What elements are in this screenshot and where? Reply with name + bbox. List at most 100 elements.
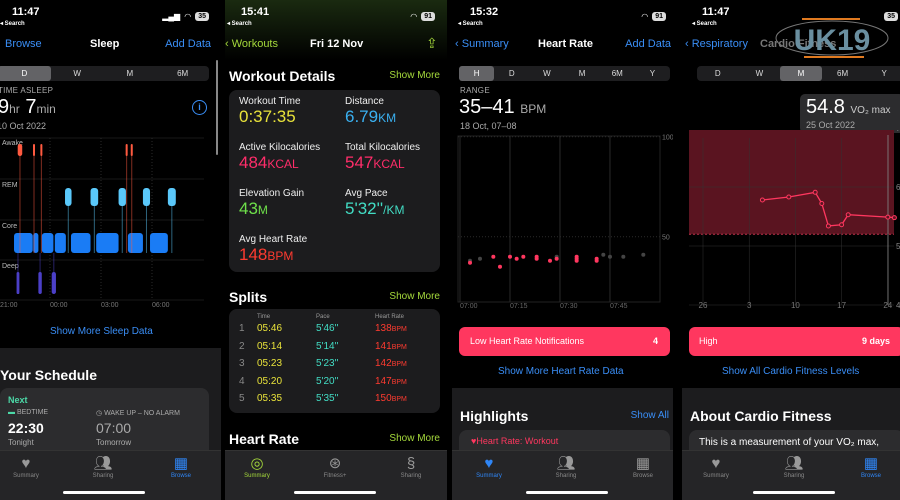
show-more-heart-rate-data-link[interactable]: Show More Heart Rate Data — [498, 366, 624, 377]
segment-w[interactable]: W — [739, 66, 781, 81]
fitness-plus-icon: ⊛ — [328, 455, 342, 472]
signal-icon: ▂▄▆ — [162, 12, 181, 21]
tab-summary[interactable]: ♥ Summary — [686, 455, 746, 479]
value: 6.79 — [345, 107, 379, 126]
segment-d[interactable]: D — [0, 66, 51, 81]
segment-m[interactable]: M — [104, 66, 157, 81]
value: 5'32'' — [345, 199, 384, 218]
back-to-search[interactable]: ◂ Search — [227, 20, 252, 27]
tab-summary[interactable]: ♥ Summary — [0, 455, 56, 479]
tab-fitness-plus[interactable]: ⊛ Fitness+ — [305, 455, 365, 479]
add-data-button[interactable]: Add Data — [625, 38, 671, 50]
split-heart-rate: 142BPM — [375, 358, 407, 369]
split-time: 05:23 — [257, 358, 283, 369]
back-button[interactable]: ‹ Workouts — [225, 38, 278, 50]
heart-rate-screen: 15:32 ◂ Search ◠ 91 ‹ Summary Heart Rate … — [452, 0, 673, 500]
heart-rate-point — [514, 256, 519, 261]
watermark-logo: UK19 — [775, 18, 889, 58]
tab-browse[interactable]: ▦ Browse — [151, 455, 211, 479]
back-button[interactable]: ‹ Respiratory — [685, 38, 748, 50]
low-heart-rate-notifications-row[interactable]: Low Heart Rate Notifications 4 — [459, 327, 670, 356]
back-button[interactable]: ‹ Summary — [455, 38, 509, 50]
schedule-card[interactable]: Next ▬ BEDTIME 22:30 Tonight ◷ WAKE UP –… — [0, 388, 209, 458]
vo2-point — [819, 201, 825, 207]
period-segmented-control[interactable]: D W M 6M — [0, 66, 209, 81]
tab-browse[interactable]: ▦ Browse — [613, 455, 673, 479]
metric-total-kilocalories: Total Kilocalories 547KCAL — [345, 142, 420, 173]
vo2-point — [891, 215, 897, 221]
tab-summary[interactable]: ♥ Summary — [459, 455, 519, 479]
chevron-left-icon: ‹ — [685, 38, 692, 50]
metric-active-kilocalories: Active Kilocalories 484KCAL — [239, 142, 320, 173]
segment-6m[interactable]: 6M — [156, 66, 209, 81]
vo2-date: 25 Oct 2022 — [806, 120, 856, 130]
segment-6m[interactable]: 6M — [600, 66, 635, 81]
metric-label: Elevation Gain — [239, 188, 305, 199]
tab-sharing[interactable]: 👥︎ Sharing — [73, 455, 133, 479]
tab-sharing[interactable]: 👥︎ Sharing — [764, 455, 824, 479]
bed-icon: ▬ — [8, 409, 17, 416]
heart-rate-point — [477, 256, 482, 261]
wifi-icon: ◠ — [641, 12, 649, 21]
heart-rate-show-more[interactable]: Show More — [389, 433, 440, 444]
value: 0:37:35 — [239, 107, 296, 126]
split-row: 2 05:14 5'14'' 141BPM — [229, 341, 440, 357]
sleep-segment-core — [54, 233, 66, 253]
segment-w[interactable]: W — [529, 66, 564, 81]
tab-sharing[interactable]: 👥︎ Sharing — [536, 455, 596, 479]
heart-rate-point — [534, 256, 539, 261]
show-all-link[interactable]: Show All — [631, 410, 669, 421]
stage-label-deep: Deep — [2, 263, 19, 270]
split-pace: 5'35'' — [316, 393, 339, 404]
metric-label: Avg Heart Rate — [239, 234, 308, 245]
x-tick-label: 07:30 — [560, 303, 578, 310]
segment-m[interactable]: M — [565, 66, 600, 81]
split-row: 5 05:35 5'35'' 150BPM — [229, 393, 440, 409]
period-segmented-control[interactable]: H D W M 6M Y — [459, 66, 670, 81]
share-icon[interactable]: ⇪ — [426, 35, 438, 52]
wake-day: Tomorrow — [96, 438, 132, 447]
tab-browse[interactable]: ▦ Browse — [841, 455, 900, 479]
value: 547 — [345, 153, 374, 172]
segment-w[interactable]: W — [51, 66, 104, 81]
show-more-sleep-data-link[interactable]: Show More Sleep Data — [50, 326, 153, 337]
segment-6m[interactable]: 6M — [822, 66, 864, 81]
add-data-button[interactable]: Add Data — [165, 38, 211, 50]
segment-h[interactable]: H — [459, 66, 495, 81]
segment-d[interactable]: D — [697, 66, 739, 81]
segment-d[interactable]: D — [494, 66, 529, 81]
x-tick-label: 03:00 — [101, 302, 119, 309]
details-show-more[interactable]: Show More — [389, 70, 440, 81]
tab-sharing[interactable]: § Sharing — [381, 455, 441, 479]
people-icon: 👥︎ — [784, 455, 804, 472]
sleep-segment-core — [150, 233, 168, 253]
sleep-segment-awake — [33, 144, 35, 156]
metric-workout-time: Workout Time 0:37:35 — [239, 96, 301, 127]
high-level-row[interactable]: High 9 days — [689, 327, 900, 356]
tab-summary[interactable]: ◎ Summary — [227, 455, 287, 479]
back-to-search[interactable]: ◂ Search — [458, 20, 483, 27]
show-all-cardio-levels-link[interactable]: Show All Cardio Fitness Levels — [722, 366, 859, 377]
wake-value: 07:00 — [96, 420, 132, 436]
split-pace: 5'20'' — [316, 375, 339, 387]
sleep-segment-awake — [130, 144, 133, 156]
chevron-left-icon: ‹ — [455, 38, 462, 50]
sleep-segment-rem — [118, 188, 126, 206]
segment-y[interactable]: Y — [635, 66, 670, 81]
heart-rate-point — [601, 252, 606, 257]
back-button[interactable]: Browse — [5, 38, 42, 50]
back-to-search[interactable]: ◂ Search — [0, 20, 25, 27]
x-tick-label: 26 — [699, 301, 708, 310]
split-pace: 5'46'' — [316, 323, 339, 334]
segment-y[interactable]: Y — [863, 66, 900, 81]
period-segmented-control[interactable]: D W M 6M Y — [697, 66, 900, 81]
splits-show-more[interactable]: Show More — [389, 291, 440, 302]
info-icon[interactable]: i — [192, 100, 207, 115]
scrollbar[interactable] — [216, 60, 218, 155]
back-to-search[interactable]: ◂ Search — [692, 20, 717, 27]
about-title: About Cardio Fitness — [690, 408, 832, 424]
vo2-point — [825, 223, 831, 229]
segment-m[interactable]: M — [780, 66, 822, 81]
grid-icon: ▦ — [635, 455, 651, 472]
wake-label: ◷ WAKE UP – NO ALARM — [96, 410, 180, 417]
